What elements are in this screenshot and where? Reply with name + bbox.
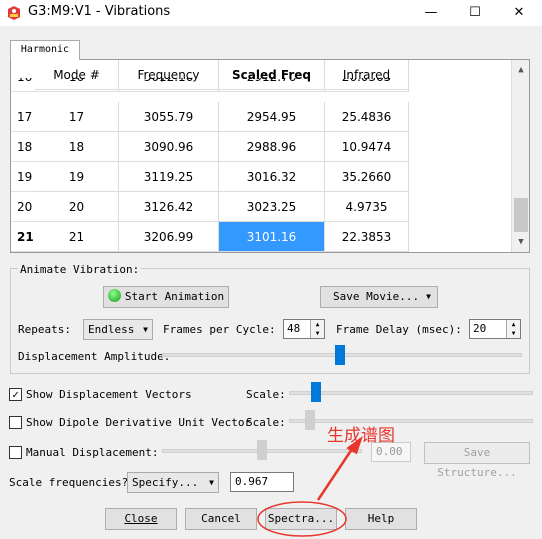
animate-vibration-label: Animate Vibration: [18,263,142,276]
manual-displacement-checkbox[interactable] [9,446,22,459]
cell-frequency[interactable]: 3090.96 [119,132,219,162]
spin-arrows-icon[interactable]: ▲ ▼ [506,320,520,338]
displacement-amplitude-thumb[interactable] [335,345,345,365]
gaussview-app-icon [6,5,22,21]
dipole-scale-label: Scale: [246,416,286,429]
repeats-dropdown[interactable]: Endless ▼ [83,319,153,340]
window-title: G3:M9:V1 - Vibrations [28,4,171,19]
manual-displacement-thumb[interactable] [257,440,267,460]
manual-displacement-label: Manual Displacement: [26,446,159,459]
scroll-thumb[interactable] [514,198,528,232]
cell-infrared[interactable]: 35.2660 [325,162,409,192]
cell-infrared[interactable]: 25.4836 [325,102,409,132]
cell-infrared[interactable]: 10.9474 [325,132,409,162]
cell-infrared[interactable]: 22.3853 [325,222,409,252]
cell-frequency[interactable]: 3055.79 [119,102,219,132]
scroll-down-arrow-icon[interactable]: ▼ [515,236,527,248]
close-button[interactable]: Close [105,508,177,530]
vibration-table: Mode # Frequency Scaled Freq Infrared 16… [10,59,530,253]
close-window-button[interactable]: ✕ [496,0,542,26]
frames-per-cycle-label: Frames per Cycle: [163,323,276,336]
row-number: 17 [11,102,35,132]
title-bar: G3:M9:V1 - Vibrations — ☐ ✕ [0,0,542,26]
scale-frequencies-dropdown[interactable]: Specify... ▼ [127,472,219,493]
dropdown-arrow-icon: ▼ [143,325,148,334]
row-number: 16 [11,78,35,92]
row-number: 21 [11,222,35,252]
cell-scaled-freq[interactable]: 3023.25 [219,192,325,222]
scale-frequencies-mode: Specify... [132,476,199,489]
table-row[interactable]: 17 17 3055.79 2954.95 25.4836 [11,102,511,132]
cell-mode[interactable]: 20 [35,192,119,222]
row-number: 20 [11,192,35,222]
spin-arrows-icon[interactable]: ▲ ▼ [310,320,324,338]
cell-mode[interactable]: 17 [35,102,119,132]
dropdown-arrow-icon: ▼ [209,478,214,487]
cell-scaled-freq[interactable]: 2912.76 [219,78,325,92]
table-row[interactable]: 16 16 3012.16 2912.76 26.0365 [11,78,511,92]
help-button[interactable]: Help [345,508,417,530]
annotation-label: 生成谱图 [327,426,395,446]
scale-factor-input[interactable]: 0.967 [230,472,294,492]
frame-delay-spinbox[interactable]: 20 ▲ ▼ [469,319,521,339]
cell-frequency[interactable]: 3206.99 [119,222,219,252]
save-movie-label: Save Movie... [333,290,420,303]
annotation-arrow-line [316,448,354,501]
show-displacement-vectors-label: Show Displacement Vectors [26,388,192,401]
frames-per-cycle-value: 48 [287,322,301,335]
row-number: 18 [11,132,35,162]
frames-per-cycle-spinbox[interactable]: 48 ▲ ▼ [283,319,325,339]
cell-scaled-freq[interactable]: 2954.95 [219,102,325,132]
cancel-button[interactable]: Cancel [185,508,257,530]
table-row[interactable]: 18 18 3090.96 2988.96 10.9474 [11,132,511,162]
repeats-value: Endless [88,323,135,336]
show-dipole-label: Show Dipole Derivative Unit Vector [26,416,252,429]
vector-scale-label: Scale: [246,388,286,401]
cell-mode[interactable]: 18 [35,132,119,162]
maximize-button[interactable]: ☐ [452,0,498,26]
vector-scale-slider[interactable] [289,391,533,395]
show-dipole-checkbox[interactable] [9,416,22,429]
tab-harmonic[interactable]: Harmonic [10,40,80,60]
cell-frequency[interactable]: 3012.16 [119,78,219,92]
cell-frequency[interactable]: 3119.25 [119,162,219,192]
displacement-amplitude-label: Displacement Amplitude: [18,350,171,363]
cell-mode[interactable]: 19 [35,162,119,192]
row-number: 19 [11,162,35,192]
table-row-selected[interactable]: 21 21 3206.99 3101.16 22.3853 [11,222,511,252]
show-displacement-vectors-checkbox[interactable]: ✓ [9,388,22,401]
scroll-up-arrow-icon[interactable]: ▲ [515,64,527,76]
table-row[interactable]: 19 19 3119.25 3016.32 35.2660 [11,162,511,192]
repeats-label: Repeats: [18,323,71,336]
green-led-icon [107,289,121,302]
cell-scaled-freq-selected[interactable]: 3101.16 [219,222,325,252]
cell-scaled-freq[interactable]: 3016.32 [219,162,325,192]
frame-delay-label: Frame Delay (msec): [336,323,462,336]
scale-frequencies-label: Scale frequencies? [9,476,129,489]
start-animation-label: Start Animation [124,290,225,303]
vector-scale-thumb[interactable] [311,382,321,402]
frame-delay-value: 20 [473,322,487,335]
save-structure-button[interactable]: Save Structure... [424,442,530,479]
cell-frequency[interactable]: 3126.42 [119,192,219,222]
table-scrollbar[interactable]: ▲ ▼ [511,60,529,252]
dropdown-arrow-icon: ▼ [426,292,431,301]
start-animation-button[interactable]: Start Animation [103,286,229,308]
minimize-button[interactable]: — [408,0,454,26]
cell-mode[interactable]: 16 [35,78,119,92]
table-row[interactable]: 20 20 3126.42 3023.25 4.9735 [11,192,511,222]
dipole-scale-slider[interactable] [289,419,533,423]
save-movie-button[interactable]: Save Movie... ▼ [320,286,438,308]
spectra-button[interactable]: Spectra... [265,508,337,530]
cell-scaled-freq[interactable]: 2988.96 [219,132,325,162]
dipole-scale-thumb[interactable] [305,410,315,430]
cell-mode[interactable]: 21 [35,222,119,252]
cell-infrared[interactable]: 26.0365 [325,78,409,92]
cell-infrared[interactable]: 4.9735 [325,192,409,222]
